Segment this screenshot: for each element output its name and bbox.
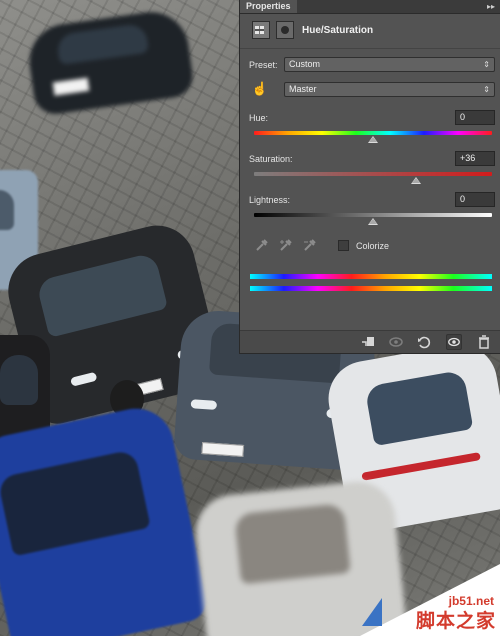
hue-label: Hue: (249, 113, 269, 123)
preset-dropdown[interactable]: Custom ⇕ (284, 57, 495, 72)
chevron-updown-icon: ⇕ (483, 85, 490, 94)
mask-icon[interactable] (276, 21, 294, 39)
input-color-spectrum (250, 274, 492, 279)
chevron-updown-icon: ⇕ (483, 60, 490, 69)
hue-value-field[interactable]: 0 (455, 110, 495, 125)
channel-dropdown[interactable]: Master ⇕ (284, 82, 495, 97)
targeted-adjustment-hand-icon[interactable]: ☝ (251, 81, 269, 99)
hue-slider-thumb[interactable] (368, 136, 378, 143)
lightness-label: Lightness: (249, 195, 291, 205)
view-previous-state-icon[interactable] (388, 334, 404, 350)
trash-icon[interactable] (476, 334, 492, 350)
eyedropper-plus-icon[interactable] (278, 238, 294, 254)
eye-icon[interactable] (446, 334, 462, 350)
panel-footer (240, 330, 500, 353)
lightness-slider-thumb[interactable] (368, 218, 378, 225)
adjustment-title: Hue/Saturation (302, 25, 374, 36)
lightness-value-field[interactable]: 0 (455, 192, 495, 207)
preset-label: Preset: (249, 60, 278, 70)
eyedropper-icon[interactable] (254, 238, 270, 254)
adjustment-layer-icon[interactable] (252, 21, 270, 39)
lightness-slider-track[interactable] (254, 213, 492, 217)
tab-properties[interactable]: Properties (240, 0, 297, 13)
watermark-chinese-text: 脚本之家 (415, 611, 496, 632)
saturation-slider-track[interactable] (254, 172, 492, 176)
colorize-checkbox[interactable] (338, 240, 349, 251)
jb51-watermark: jb51.net 脚本之家 (360, 564, 500, 636)
panel-collapse-icon[interactable]: ▸▸ (487, 0, 495, 13)
adjustment-header: Hue/Saturation (240, 14, 500, 49)
colorize-label: Colorize (356, 241, 390, 251)
output-color-spectrum[interactable] (250, 286, 492, 291)
saturation-value-field[interactable]: +36 (455, 151, 495, 166)
preset-value: Custom (289, 59, 321, 69)
channel-value: Master (289, 84, 317, 94)
clip-to-layer-icon[interactable] (360, 334, 376, 350)
watermark-blue-triangle (362, 598, 382, 626)
car-dark-top-left (24, 7, 196, 117)
eyedropper-minus-icon[interactable] (302, 238, 318, 254)
saturation-label: Saturation: (249, 154, 293, 164)
properties-panel: Properties ▸▸ Hue/Saturation Preset: Cus… (239, 0, 500, 354)
saturation-slider-thumb[interactable] (410, 177, 421, 184)
reset-icon[interactable] (416, 334, 432, 350)
panel-tab-bar: Properties ▸▸ (240, 0, 500, 14)
hue-slider-track[interactable] (254, 131, 492, 135)
